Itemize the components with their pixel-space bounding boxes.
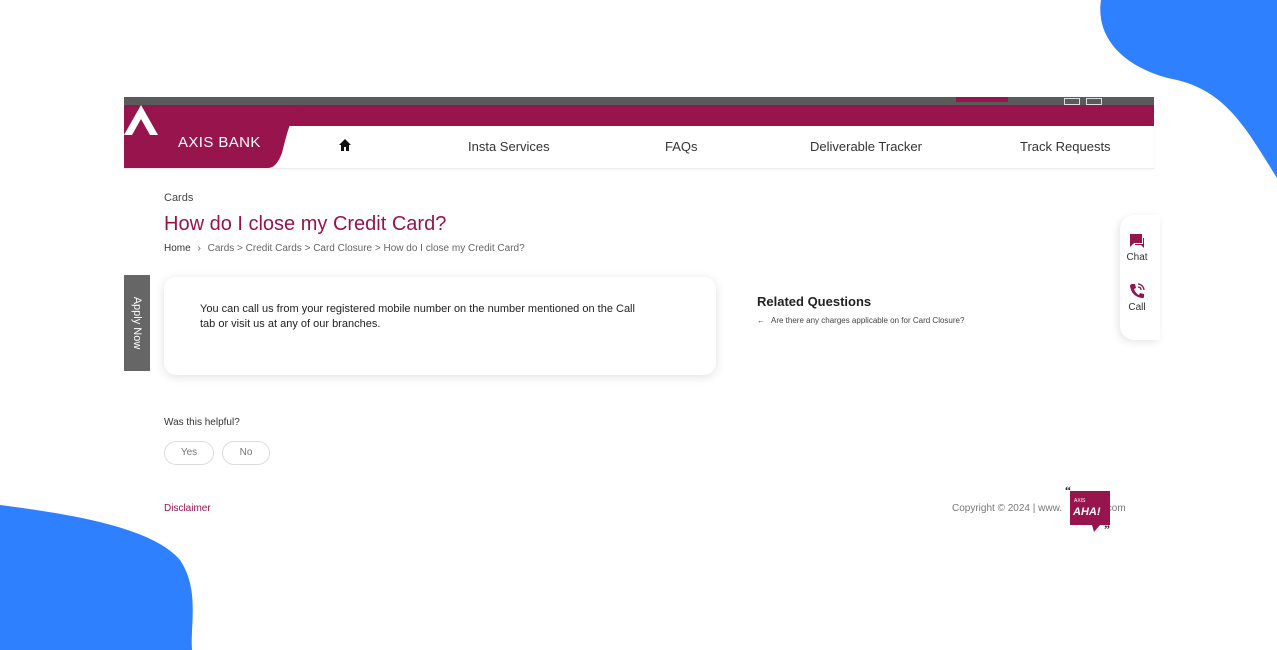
main-navbar: AXIS BANK Insta Services FAQs Deliverabl… <box>124 105 1154 169</box>
answer-card: You can call us from your registered mob… <box>164 277 716 375</box>
apply-now-label: Apply Now <box>131 296 143 350</box>
aha-speech-icon: “ ” AXIS AHA! <box>1065 483 1110 536</box>
related-question-text: Are there any charges applicable on for … <box>771 316 965 325</box>
answer-text: You can call us from your registered mob… <box>200 303 635 330</box>
logo-text: AXIS BANK <box>178 134 261 151</box>
top-login-button[interactable] <box>956 97 1008 102</box>
breadcrumb-home[interactable]: Home <box>164 243 191 254</box>
nav-track-requests[interactable]: Track Requests <box>1020 139 1111 154</box>
svg-text:”: ” <box>1104 522 1110 535</box>
apply-now-tab[interactable]: Apply Now <box>124 275 150 371</box>
breadcrumb-trail[interactable]: Cards > Credit Cards > Card Closure > Ho… <box>208 243 525 254</box>
nav-insta-services[interactable]: Insta Services <box>468 139 550 154</box>
call-label: Call <box>1128 302 1146 313</box>
chat-icon <box>1130 234 1144 248</box>
aha-chat-widget[interactable]: “ ” AXIS AHA! <box>1064 483 1116 540</box>
helpful-question: Was this helpful? <box>164 417 240 428</box>
aha-big-text: AHA! <box>1072 506 1101 518</box>
axis-logo-icon <box>124 105 158 135</box>
no-button[interactable]: No <box>222 441 270 465</box>
top-utility-bar <box>124 97 1154 105</box>
aha-small-text: AXIS <box>1074 498 1086 504</box>
arrow-left-icon: ← <box>757 316 765 325</box>
related-question-item[interactable]: ← Are there any charges applicable on for… <box>757 316 964 325</box>
yes-button[interactable]: Yes <box>164 441 214 465</box>
phone-icon <box>1130 283 1145 298</box>
nav-deliverable-tracker[interactable]: Deliverable Tracker <box>810 139 922 154</box>
chat-button[interactable]: Chat <box>1120 233 1154 263</box>
copyright-prefix: Copyright © 2024 | www. <box>952 503 1063 514</box>
side-contact-panel: Chat Call <box>1120 215 1160 340</box>
nav-faqs[interactable]: FAQs <box>665 139 698 154</box>
page-title: How do I close my Credit Card? <box>164 213 447 235</box>
top-util-box-2[interactable] <box>1086 98 1102 105</box>
chat-label: Chat <box>1126 252 1148 263</box>
top-util-box-1[interactable] <box>1064 98 1080 105</box>
breadcrumb: Home › Cards > Credit Cards > Card Closu… <box>164 243 525 254</box>
breadcrumb-separator: › <box>197 243 201 254</box>
home-icon[interactable] <box>338 138 352 157</box>
call-button[interactable]: Call <box>1120 283 1154 313</box>
disclaimer-link[interactable]: Disclaimer <box>164 503 211 514</box>
logo[interactable]: AXIS BANK <box>124 105 306 168</box>
related-questions-title: Related Questions <box>757 294 872 309</box>
section-label: Cards <box>164 192 194 204</box>
browser-page: AXIS BANK Insta Services FAQs Deliverabl… <box>124 97 1160 536</box>
